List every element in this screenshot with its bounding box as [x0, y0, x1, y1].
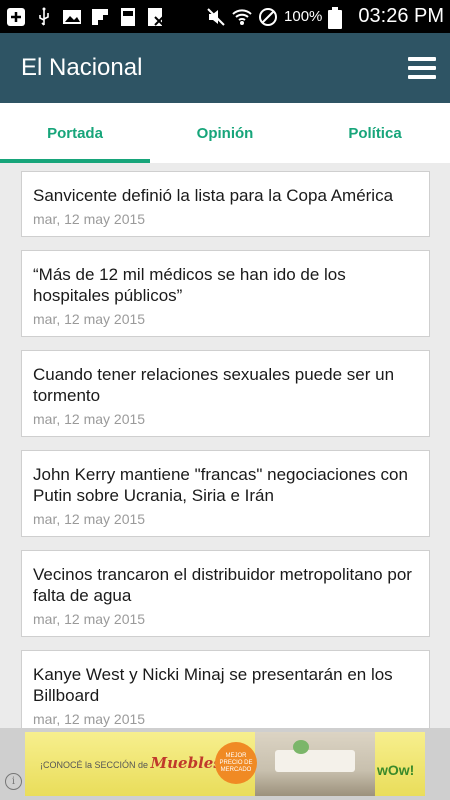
battery-percentage: 100% [284, 8, 323, 25]
article-list: Sanvicente definió la lista para la Copa… [21, 171, 430, 750]
ad-info-icon[interactable]: i [5, 773, 22, 790]
article-card[interactable]: Cuando tener relaciones sexuales puede s… [21, 350, 430, 437]
app-bar: El Nacional [0, 33, 450, 103]
article-date: mar, 12 may 2015 [33, 511, 146, 527]
ad-furniture-photo [255, 732, 375, 796]
excel-icon [146, 7, 166, 27]
ad-creative[interactable]: ¡CONOCÉ la SECCIÓN de Muebles! MEJOR PRE… [25, 732, 425, 796]
ad-price-badge: MEJOR PRECIO DE MERCADO [215, 742, 257, 784]
article-date: mar, 12 may 2015 [33, 311, 146, 327]
article-title: Kanye West y Nicki Minaj se presentarán … [33, 665, 393, 705]
article-date: mar, 12 may 2015 [33, 711, 146, 727]
article-title: Sanvicente definió la lista para la Copa… [33, 186, 394, 205]
article-card[interactable]: “Más de 12 mil médicos se han ido de los… [21, 250, 430, 337]
article-card[interactable]: Kanye West y Nicki Minaj se presentarán … [21, 650, 430, 737]
ad-headline-text: ¡CONOCÉ la SECCIÓN de [40, 760, 149, 770]
battery-icon [328, 6, 348, 29]
article-card[interactable]: Sanvicente definió la lista para la Copa… [21, 171, 430, 237]
app-title: El Nacional [21, 54, 143, 81]
article-title: Vecinos trancaron el distribuidor metrop… [33, 565, 412, 605]
article-title: John Kerry mantiene "francas" negociacio… [33, 465, 408, 505]
memory-icon [118, 7, 138, 27]
status-bar: 100% 03:26 PM [0, 0, 450, 33]
article-card[interactable]: John Kerry mantiene "francas" negociacio… [21, 450, 430, 537]
article-date: mar, 12 may 2015 [33, 611, 146, 627]
article-title: Cuando tener relaciones sexuales puede s… [33, 365, 395, 405]
article-date: mar, 12 may 2015 [33, 211, 146, 227]
tab-portada[interactable]: Portada [0, 103, 150, 163]
ad-banner[interactable]: ¡CONOCÉ la SECCIÓN de Muebles! MEJOR PRE… [0, 728, 450, 800]
hamburger-menu-icon[interactable] [408, 57, 436, 79]
article-date: mar, 12 may 2015 [33, 411, 146, 427]
tab-opinion[interactable]: Opinión [150, 103, 300, 163]
mute-icon [206, 7, 226, 27]
ad-brand-logo: wOw! [377, 762, 415, 778]
tab-bar: Portada Opinión Política [0, 103, 450, 163]
no-signal-icon [258, 7, 278, 27]
article-title: “Más de 12 mil médicos se han ido de los… [33, 265, 346, 305]
ad-headline: ¡CONOCÉ la SECCIÓN de Muebles! [40, 754, 228, 772]
usb-icon [34, 7, 54, 27]
gallery-icon [62, 7, 82, 27]
article-card[interactable]: Vecinos trancaron el distribuidor metrop… [21, 550, 430, 637]
flipboard-icon [90, 7, 110, 27]
add-notification-icon [6, 7, 26, 27]
wifi-icon [232, 7, 252, 27]
clock: 03:26 PM [358, 5, 444, 27]
tab-politica[interactable]: Política [300, 103, 450, 163]
